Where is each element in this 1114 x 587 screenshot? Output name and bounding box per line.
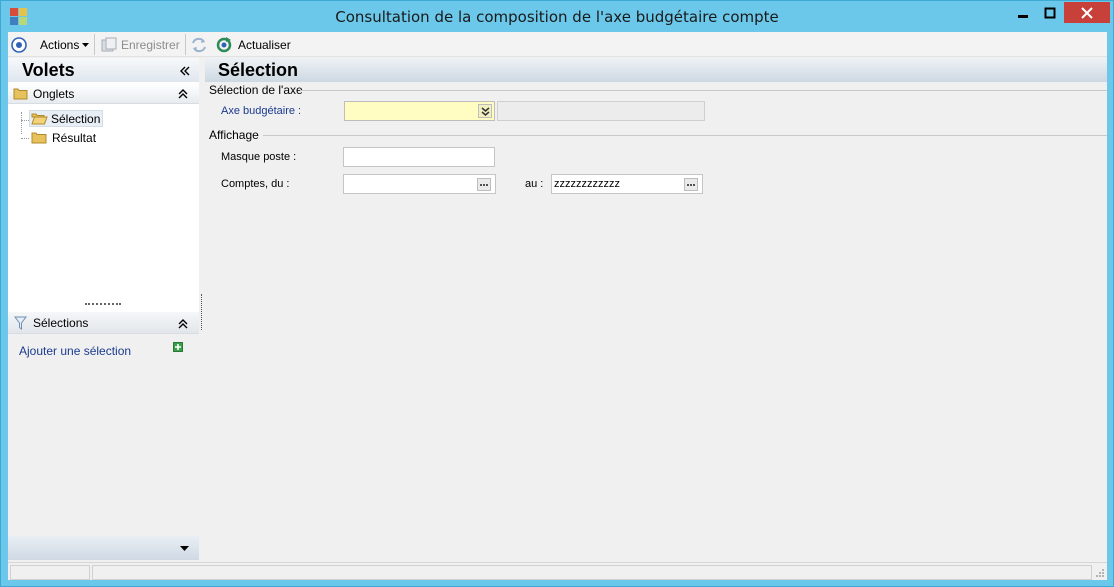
status-bar bbox=[8, 562, 1107, 580]
actions-menu-button[interactable]: Actions bbox=[40, 35, 90, 54]
axis-description-field bbox=[497, 101, 705, 121]
ellipsis-icon bbox=[480, 183, 488, 186]
minimize-icon bbox=[1018, 14, 1028, 18]
tree-connector bbox=[21, 138, 29, 139]
accounts-to-label: au : bbox=[525, 178, 544, 190]
status-cell bbox=[92, 565, 1092, 580]
chevron-down-icon bbox=[82, 42, 90, 47]
tree-item-label: Résultat bbox=[52, 130, 97, 145]
open-folder-icon bbox=[31, 113, 48, 125]
close-button[interactable] bbox=[1064, 2, 1110, 23]
vertical-splitter[interactable] bbox=[201, 294, 203, 330]
client-area: Actions Enregistrer Actualiser Volets On… bbox=[8, 32, 1107, 580]
tree-connector bbox=[21, 120, 29, 121]
refresh-button[interactable]: Actualiser bbox=[216, 35, 291, 54]
accounts-from-label: Comptes, du : bbox=[221, 178, 290, 190]
accounts-to-browse-button[interactable] bbox=[684, 178, 698, 191]
axis-label[interactable]: Axe budgétaire : bbox=[221, 105, 301, 117]
window-title: Consultation de la composition de l'axe … bbox=[335, 8, 779, 26]
sync-icon bbox=[192, 37, 206, 52]
chevron-double-up-icon bbox=[178, 89, 188, 99]
accounts-to-input[interactable]: zzzzzzzzzzzz bbox=[551, 174, 703, 194]
folder-icon bbox=[13, 88, 28, 100]
toolbar-separator bbox=[94, 34, 95, 55]
refresh-icon bbox=[216, 36, 232, 52]
ellipsis-icon bbox=[687, 183, 695, 186]
group-divider bbox=[263, 135, 1107, 136]
maximize-button[interactable] bbox=[1036, 2, 1063, 23]
refresh-label: Actualiser bbox=[238, 37, 291, 52]
tree-item-label: Sélection bbox=[51, 111, 101, 126]
volets-title: Volets bbox=[22, 60, 75, 80]
main-pane: Sélection Sélection de l'axe Axe budgéta… bbox=[205, 58, 1107, 562]
tabs-header-label: Onglets bbox=[33, 87, 75, 101]
status-cell bbox=[10, 565, 90, 580]
tree-item-resultat[interactable]: Résultat bbox=[30, 129, 96, 146]
sync-button[interactable] bbox=[191, 35, 207, 54]
axis-dropdown-button[interactable] bbox=[478, 104, 492, 118]
save-icon bbox=[101, 37, 117, 51]
left-pane: Volets Onglets Sélection Résultat Sélect… bbox=[8, 58, 199, 562]
selections-header[interactable]: Sélections bbox=[8, 312, 199, 334]
accounts-from-browse-button[interactable] bbox=[477, 178, 491, 191]
target-icon bbox=[11, 36, 27, 53]
title-bar[interactable]: Consultation de la composition de l'axe … bbox=[1, 1, 1113, 31]
pane-footer[interactable] bbox=[8, 536, 199, 560]
maximize-icon bbox=[1044, 7, 1055, 18]
folder-icon bbox=[31, 132, 47, 144]
mask-input[interactable] bbox=[343, 147, 495, 167]
toolbar-separator bbox=[185, 34, 186, 55]
filter-icon bbox=[14, 316, 27, 330]
minimize-button[interactable] bbox=[1010, 2, 1036, 23]
collapse-left-icon[interactable] bbox=[179, 66, 191, 76]
save-button[interactable]: Enregistrer bbox=[101, 35, 180, 54]
pane-resize-grip[interactable] bbox=[85, 303, 121, 306]
add-selection-link[interactable]: Ajouter une sélection bbox=[19, 344, 131, 358]
display-group-title: Affichage bbox=[209, 128, 259, 142]
axis-group-title: Sélection de l'axe bbox=[209, 83, 303, 97]
toolbar: Actions Enregistrer Actualiser bbox=[8, 32, 1107, 57]
tree-item-selection[interactable]: Sélection bbox=[29, 110, 104, 127]
close-icon bbox=[1081, 6, 1093, 19]
axis-combo[interactable] bbox=[344, 101, 495, 121]
tree-connector bbox=[21, 112, 22, 134]
page-title: Sélection bbox=[218, 60, 299, 80]
home-button[interactable] bbox=[11, 35, 27, 54]
accounts-to-value: zzzzzzzzzzzz bbox=[554, 178, 620, 190]
add-icon[interactable] bbox=[173, 342, 183, 352]
mask-label: Masque poste : bbox=[221, 151, 297, 163]
resize-grip-icon[interactable] bbox=[1095, 568, 1105, 578]
volets-header: Volets bbox=[8, 58, 199, 82]
chevron-double-up-icon bbox=[178, 319, 188, 329]
group-divider bbox=[300, 90, 1107, 91]
main-header: Sélection bbox=[205, 58, 1107, 82]
selections-panel: Ajouter une sélection bbox=[8, 334, 199, 562]
tabs-header[interactable]: Onglets bbox=[8, 84, 199, 104]
accounts-from-input[interactable] bbox=[343, 174, 496, 194]
selections-header-label: Sélections bbox=[33, 316, 89, 330]
chevron-down-icon bbox=[180, 546, 189, 551]
actions-label: Actions bbox=[40, 37, 80, 52]
application-window: Consultation de la composition de l'axe … bbox=[0, 0, 1114, 587]
chevron-double-down-icon bbox=[481, 106, 489, 116]
save-label: Enregistrer bbox=[121, 37, 180, 52]
